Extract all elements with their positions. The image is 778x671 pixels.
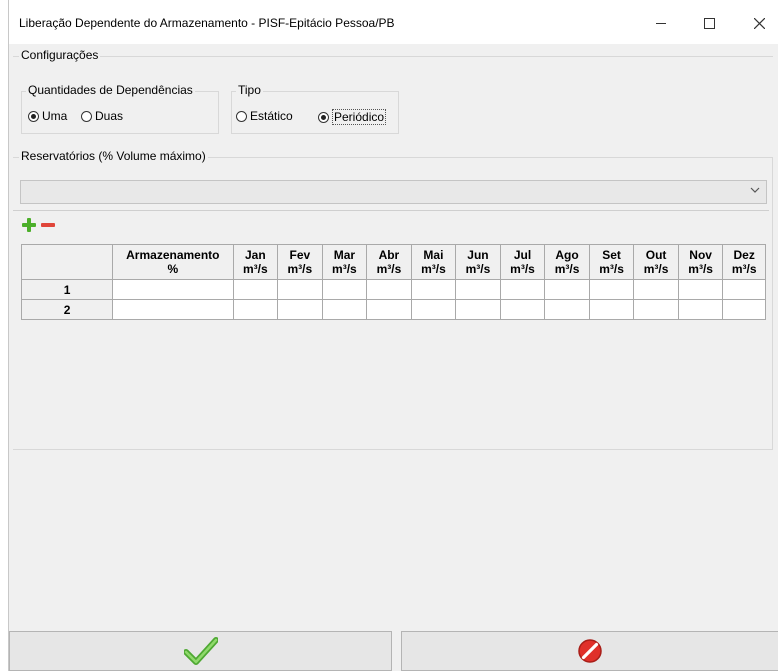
table-cell[interactable] bbox=[633, 299, 679, 320]
row-header[interactable]: 1 bbox=[20, 279, 114, 300]
reservatorio-select[interactable] bbox=[20, 180, 767, 204]
title-bar: Liberação Dependente do Armazenamento - … bbox=[9, 0, 778, 44]
reservatorios-group-title: Reservatórios (% Volume máximo) bbox=[19, 149, 208, 163]
table-cell[interactable] bbox=[366, 299, 412, 320]
table-cell[interactable] bbox=[410, 279, 457, 300]
table-cell[interactable] bbox=[677, 279, 724, 300]
check-icon bbox=[183, 637, 218, 665]
col-nov[interactable]: Nov m³/s bbox=[677, 244, 724, 280]
col-abr[interactable]: Abr m³/s bbox=[366, 244, 412, 280]
stop-icon bbox=[578, 639, 602, 663]
table-cell[interactable] bbox=[722, 299, 766, 320]
radio-periodico[interactable]: Periódico bbox=[318, 109, 387, 125]
radio-uma-label: Uma bbox=[42, 109, 68, 123]
maximize-button[interactable] bbox=[689, 8, 729, 38]
minimize-icon bbox=[656, 22, 666, 24]
table-cell[interactable] bbox=[232, 299, 279, 320]
col-out[interactable]: Out m³/s bbox=[633, 244, 679, 280]
window-title: Liberação Dependente do Armazenamento - … bbox=[19, 16, 395, 30]
table-cell[interactable] bbox=[232, 279, 279, 300]
confirm-button[interactable] bbox=[9, 631, 392, 671]
table-row: 2 bbox=[20, 299, 766, 320]
dialog-window: Liberação Dependente do Armazenamento - … bbox=[8, 0, 778, 671]
col-armazenamento[interactable]: Armazenamento% bbox=[112, 244, 234, 280]
tipo-group-title: Tipo bbox=[236, 83, 263, 97]
radio-estatico-label: Estático bbox=[250, 109, 293, 123]
chevron-down-icon bbox=[750, 185, 760, 197]
table-cell[interactable] bbox=[321, 279, 368, 300]
table-cell[interactable] bbox=[112, 279, 234, 300]
table-cell[interactable] bbox=[112, 299, 234, 320]
table-cell[interactable] bbox=[499, 279, 546, 300]
radio-estatico-indicator bbox=[236, 110, 247, 122]
plus-icon[interactable] bbox=[22, 218, 36, 232]
table-cell[interactable] bbox=[499, 299, 546, 320]
col-jul[interactable]: Jul m³/s bbox=[499, 244, 546, 280]
maximize-icon bbox=[703, 17, 715, 29]
table-cell[interactable] bbox=[544, 279, 590, 300]
radio-duas-label: Duas bbox=[95, 109, 124, 123]
config-group-title: Configurações bbox=[19, 48, 101, 62]
col-fev[interactable]: Fev m³/s bbox=[277, 244, 323, 280]
table-header-row: Armazenamento% Jan m³/s Fev m³/s Mar m³/s A… bbox=[20, 244, 766, 280]
table-cell[interactable] bbox=[277, 299, 323, 320]
table-cell[interactable] bbox=[633, 279, 679, 300]
col-mai[interactable]: Mai m³/s bbox=[410, 244, 457, 280]
table-cell[interactable] bbox=[277, 279, 323, 300]
radio-periodico-indicator bbox=[318, 111, 329, 123]
divider bbox=[13, 210, 769, 211]
cancel-button[interactable] bbox=[401, 631, 778, 671]
col-mar[interactable]: Mar m³/s bbox=[321, 244, 368, 280]
table-cell[interactable] bbox=[321, 299, 368, 320]
table-row: 1 bbox=[20, 279, 766, 300]
close-icon bbox=[753, 17, 765, 29]
col-ago[interactable]: Ago m³/s bbox=[544, 244, 590, 280]
col-dez[interactable]: Dez m³/s bbox=[722, 244, 766, 280]
table-cell[interactable] bbox=[722, 279, 766, 300]
table-cell[interactable] bbox=[410, 299, 457, 320]
table-cell[interactable] bbox=[544, 299, 590, 320]
radio-periodico-label: Periódico bbox=[332, 109, 387, 125]
table-cell[interactable] bbox=[588, 299, 635, 320]
radio-uma-indicator bbox=[28, 110, 39, 122]
dependencias-group-title: Quantidades de Dependências bbox=[26, 83, 195, 97]
radio-estatico[interactable]: Estático bbox=[236, 109, 293, 123]
table-cell[interactable] bbox=[677, 299, 724, 320]
row-header[interactable]: 2 bbox=[20, 299, 114, 320]
radio-duas-indicator bbox=[81, 110, 92, 122]
minus-icon[interactable] bbox=[41, 218, 55, 232]
close-button[interactable] bbox=[739, 8, 778, 38]
minimize-button[interactable] bbox=[641, 8, 681, 38]
col-jan[interactable]: Jan m³/s bbox=[232, 244, 279, 280]
table-cell[interactable] bbox=[455, 279, 501, 300]
radio-duas[interactable]: Duas bbox=[81, 109, 123, 123]
radio-uma[interactable]: Uma bbox=[28, 109, 67, 123]
table-cell[interactable] bbox=[455, 299, 501, 320]
table-cell[interactable] bbox=[588, 279, 635, 300]
col-set[interactable]: Set m³/s bbox=[588, 244, 635, 280]
table-corner bbox=[20, 244, 114, 280]
col-jun[interactable]: Jun m³/s bbox=[455, 244, 501, 280]
storage-table: Armazenamento% Jan m³/s Fev m³/s Mar m³/s A… bbox=[20, 244, 766, 320]
table-cell[interactable] bbox=[366, 279, 412, 300]
